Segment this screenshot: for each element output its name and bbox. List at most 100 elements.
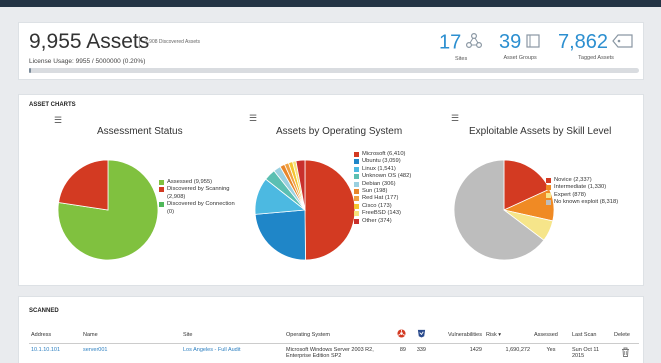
legend-item[interactable]: Assessed (9,955) — [159, 179, 239, 186]
legend-swatch — [354, 181, 359, 187]
asset-groups-count: 39 — [499, 31, 522, 53]
legend-label: Other (374) — [362, 217, 392, 224]
stat-sites[interactable]: 17 Sites — [439, 32, 483, 62]
legend-item[interactable]: Linux (1,541) — [354, 166, 434, 173]
legend-swatch — [546, 192, 551, 198]
assessment-status-pie — [57, 159, 159, 261]
trash-icon — [621, 347, 630, 359]
column-last-scan[interactable]: Last Scan — [570, 326, 612, 344]
column-exploits[interactable] — [408, 326, 428, 344]
legend-label: Sun (198) — [362, 188, 388, 195]
asset-vulnerabilities: 1429 — [469, 347, 482, 353]
table-row[interactable]: 10.1.10.101 server001 Los Angeles - Full… — [29, 344, 639, 363]
asset-site-link[interactable]: Los Angeles - Full Audit — [181, 344, 284, 363]
legend-swatch — [354, 211, 359, 217]
os-chart-menu-icon[interactable]: ☰ — [249, 113, 257, 124]
scanned-assets-table: Address Name Site Operating System Vulne… — [29, 326, 639, 362]
assets-count-title: 9,955 Assets — [29, 30, 150, 53]
assessment-status-menu-icon[interactable]: ☰ — [54, 115, 62, 126]
legend-swatch — [354, 166, 359, 172]
legend-swatch — [159, 187, 164, 193]
legend-item[interactable]: Ubuntu (3,059) — [354, 158, 434, 165]
exploitable-chart-title: Exploitable Assets by Skill Level — [469, 126, 612, 137]
os-chart-title: Assets by Operating System — [276, 126, 403, 137]
asset-assessed: Yes — [546, 347, 556, 353]
asset-groups-label: Asset Groups — [503, 54, 537, 61]
legend-label: Debian (306) — [362, 180, 396, 187]
column-risk[interactable]: Risk ▾ — [484, 326, 532, 344]
asset-address-link[interactable]: 10.1.10.101 — [29, 344, 81, 363]
legend-item[interactable]: Intermediate (1,330) — [546, 184, 636, 191]
column-delete: Delete — [612, 326, 639, 344]
malware-icon — [397, 329, 406, 340]
discovered-assets-count: 2,908 Discovered Assets — [145, 39, 201, 45]
legend-swatch — [354, 203, 359, 209]
license-usage-text: License Usage: 9955 / 5000000 (0.20%) — [29, 58, 146, 65]
legend-swatch — [546, 200, 551, 206]
legend-label: Linux (1,541) — [362, 165, 396, 172]
legend-swatch — [354, 159, 359, 165]
asset-charts-heading: ASSET CHARTS — [29, 102, 76, 108]
column-operating-system[interactable]: Operating System — [284, 326, 388, 344]
scanned-assets-card: SCANNED Address Name Site Operating Syst… — [18, 296, 644, 363]
title-divider — [139, 36, 140, 48]
license-usage-bar — [29, 68, 639, 73]
legend-label: No known exploit (8,318) — [554, 199, 619, 206]
legend-label: Red Hat (177) — [362, 195, 399, 202]
legend-item[interactable]: Cisco (173) — [354, 203, 434, 210]
sites-icon — [465, 32, 483, 54]
assessment-status-legend: Assessed (9,955) Discovered by Scanning (… — [159, 179, 239, 216]
sort-desc-icon: ▾ — [498, 331, 501, 338]
legend-item[interactable]: Microsoft (6,410) — [354, 151, 434, 158]
stat-asset-groups[interactable]: 39 Asset Groups — [499, 32, 541, 61]
delete-asset-button[interactable] — [612, 344, 639, 363]
exploitable-pie — [453, 159, 555, 261]
table-header-row: Address Name Site Operating System Vulne… — [29, 326, 639, 344]
legend-swatch — [354, 152, 359, 157]
asset-malware-count: 89 — [399, 347, 406, 353]
column-assessed[interactable]: Assessed — [532, 326, 570, 344]
column-vulnerabilities[interactable]: Vulnerabilities — [428, 326, 484, 344]
column-site[interactable]: Site — [181, 326, 284, 344]
legend-swatch — [546, 178, 551, 183]
pie-slice-1-0[interactable] — [304, 159, 356, 261]
stat-tagged-assets[interactable]: 7,862 Tagged Assets — [558, 32, 634, 61]
legend-item[interactable]: Expert (878) — [546, 192, 636, 199]
exploitable-chart-menu-icon[interactable]: ☰ — [451, 113, 459, 124]
legend-item[interactable]: Red Hat (177) — [354, 195, 434, 202]
legend-item[interactable]: Discovered by Scanning (2,908) — [159, 186, 239, 201]
tagged-assets-label: Tagged Assets — [578, 54, 614, 61]
legend-label: Intermediate (1,330) — [554, 184, 607, 191]
pie-slice-0-1[interactable] — [58, 159, 109, 211]
column-name[interactable]: Name — [81, 326, 181, 344]
legend-item[interactable]: Discovered by Connection (0) — [159, 201, 239, 216]
assets-summary-card: 9,955 Assets 2,908 Discovered Assets Lic… — [18, 22, 644, 80]
os-pie — [254, 159, 356, 261]
legend-swatch — [159, 202, 164, 208]
sites-label: Sites — [455, 56, 468, 62]
legend-item[interactable]: Sun (198) — [354, 188, 434, 195]
legend-label: Expert (878) — [554, 191, 586, 198]
legend-item[interactable]: Debian (306) — [354, 181, 434, 188]
legend-item[interactable]: Other (374) — [354, 218, 434, 225]
legend-label: Microsoft (6,410) — [362, 151, 406, 157]
asset-charts-card: ASSET CHARTS ☰ Assessment Status Assesse… — [18, 94, 644, 286]
column-address[interactable]: Address — [29, 326, 81, 344]
assessment-status-title: Assessment Status — [97, 126, 183, 137]
legend-item[interactable]: Novice (2,337) — [546, 177, 636, 184]
asset-last-scan: Sun Oct 11 2015 — [572, 347, 600, 359]
sites-count: 17 — [439, 31, 462, 54]
asset-groups-icon — [525, 33, 541, 53]
asset-risk: 1,690,272 — [505, 347, 530, 353]
legend-label: Novice (2,337) — [554, 177, 592, 183]
legend-item[interactable]: No known exploit (8,318) — [546, 199, 636, 206]
exploit-icon — [417, 329, 426, 340]
asset-name-link[interactable]: server001 — [81, 344, 181, 363]
column-malware[interactable] — [388, 326, 408, 344]
legend-label: Unknown OS (482) — [362, 173, 412, 180]
legend-item[interactable]: Unknown OS (482) — [354, 173, 434, 180]
legend-label: Assessed (9,955) — [167, 179, 213, 185]
pie-slice-1-1[interactable] — [254, 209, 306, 261]
legend-item[interactable]: FreeBSD (143) — [354, 210, 434, 217]
asset-os: Microsoft Windows Server 2003 R2, Enterp… — [286, 347, 374, 359]
